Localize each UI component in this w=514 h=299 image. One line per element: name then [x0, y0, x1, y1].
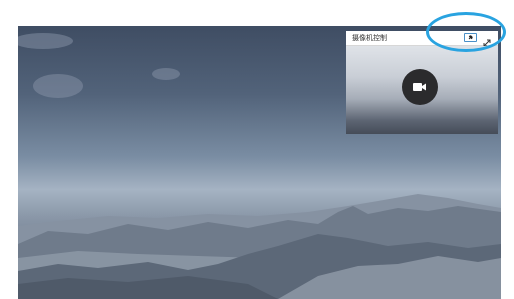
camera-toggle-button[interactable] [402, 69, 438, 105]
video-camera-icon [413, 83, 426, 91]
video-background: 摄像机控制 [18, 26, 501, 299]
highlight-circle [426, 12, 506, 52]
panel-title: 摄像机控制 [352, 34, 387, 42]
camera-preview [346, 46, 498, 134]
